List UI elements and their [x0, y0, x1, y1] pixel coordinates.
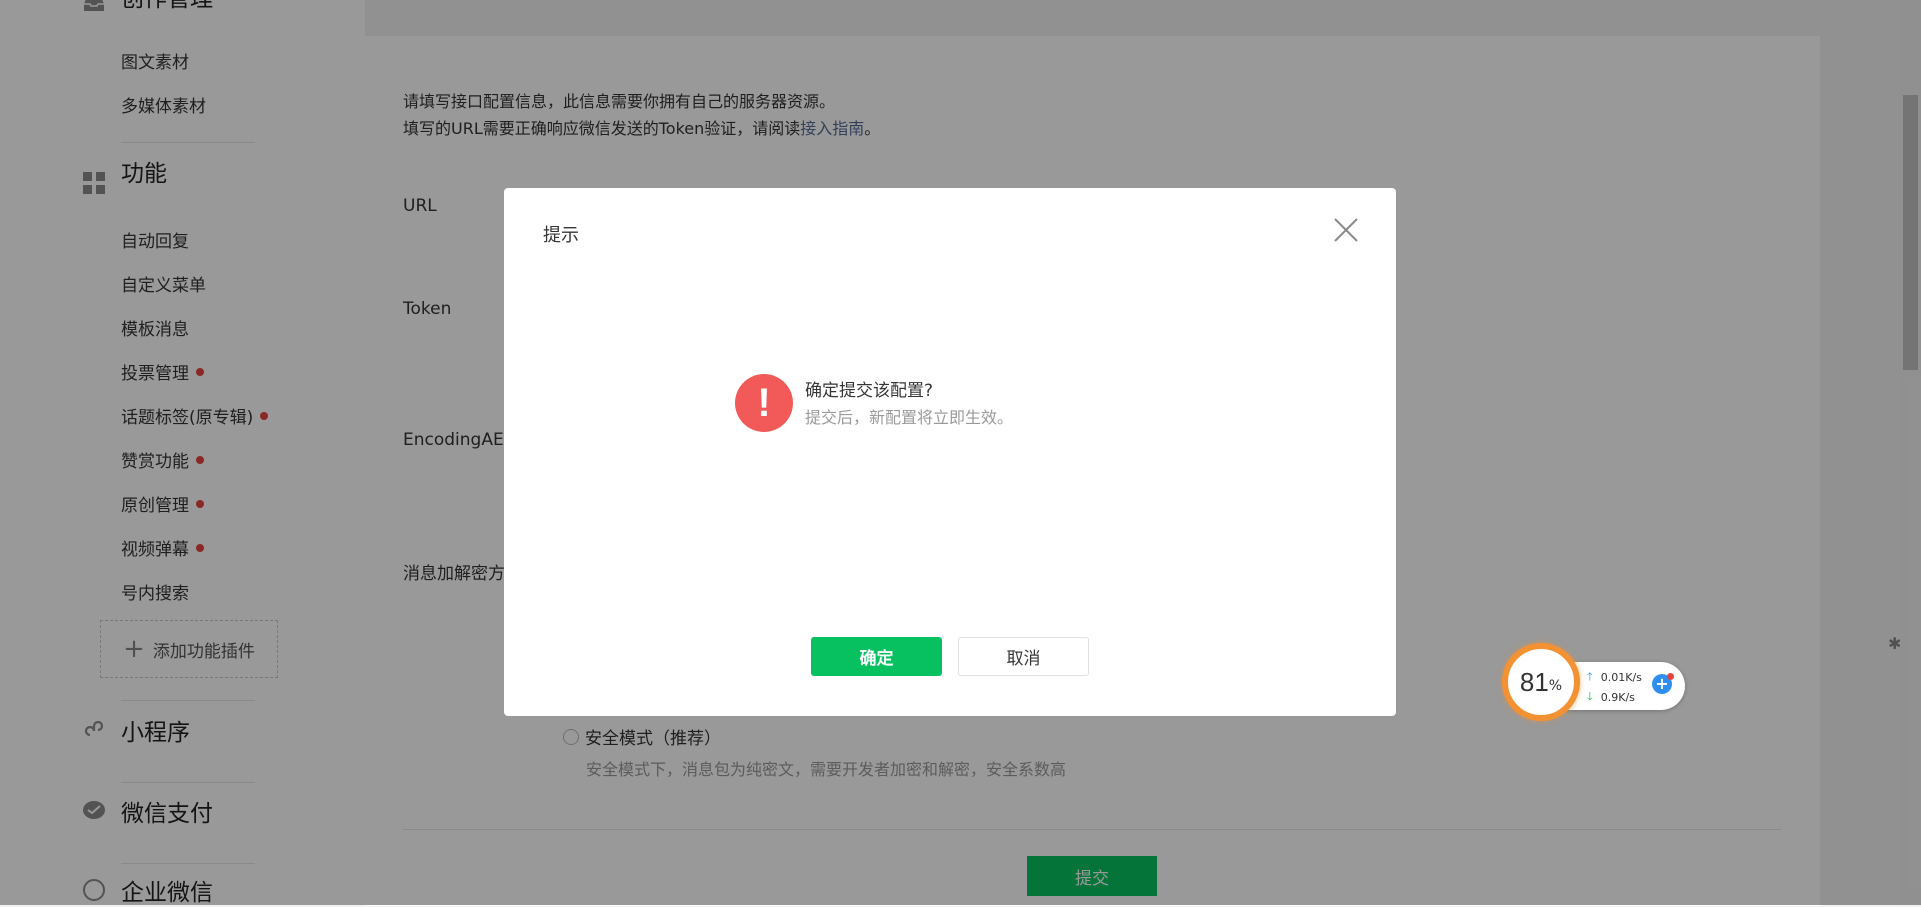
- confirm-button[interactable]: 确定: [811, 637, 942, 676]
- cancel-button[interactable]: 取消: [958, 637, 1089, 676]
- dialog-message-description: 提交后，新配置将立即生效。: [805, 408, 1014, 427]
- close-icon: [1334, 218, 1358, 242]
- arrow-down-icon: 🡓: [1587, 690, 1593, 703]
- dialog-title: 提示: [543, 225, 579, 246]
- upload-speed: 0.01K/s: [1600, 671, 1642, 684]
- usage-percent: 81: [1519, 666, 1549, 697]
- download-speed-row: 🡓 0.9K/s: [1587, 688, 1635, 707]
- close-button[interactable]: [1329, 213, 1363, 247]
- upload-speed-row: 🡑 0.01K/s: [1587, 668, 1642, 687]
- notification-dot: [1667, 673, 1674, 680]
- memory-usage-ring[interactable]: 81%: [1502, 643, 1580, 721]
- arrow-up-icon: 🡑: [1587, 670, 1593, 683]
- usage-percent-unit: %: [1548, 678, 1563, 694]
- confirm-dialog: 提示 ! 确定提交该配置? 提交后，新配置将立即生效。 确定 取消: [504, 188, 1396, 716]
- warning-icon: !: [735, 374, 793, 432]
- download-speed: 0.9K/s: [1600, 691, 1635, 704]
- dialog-message-title: 确定提交该配置?: [805, 381, 934, 401]
